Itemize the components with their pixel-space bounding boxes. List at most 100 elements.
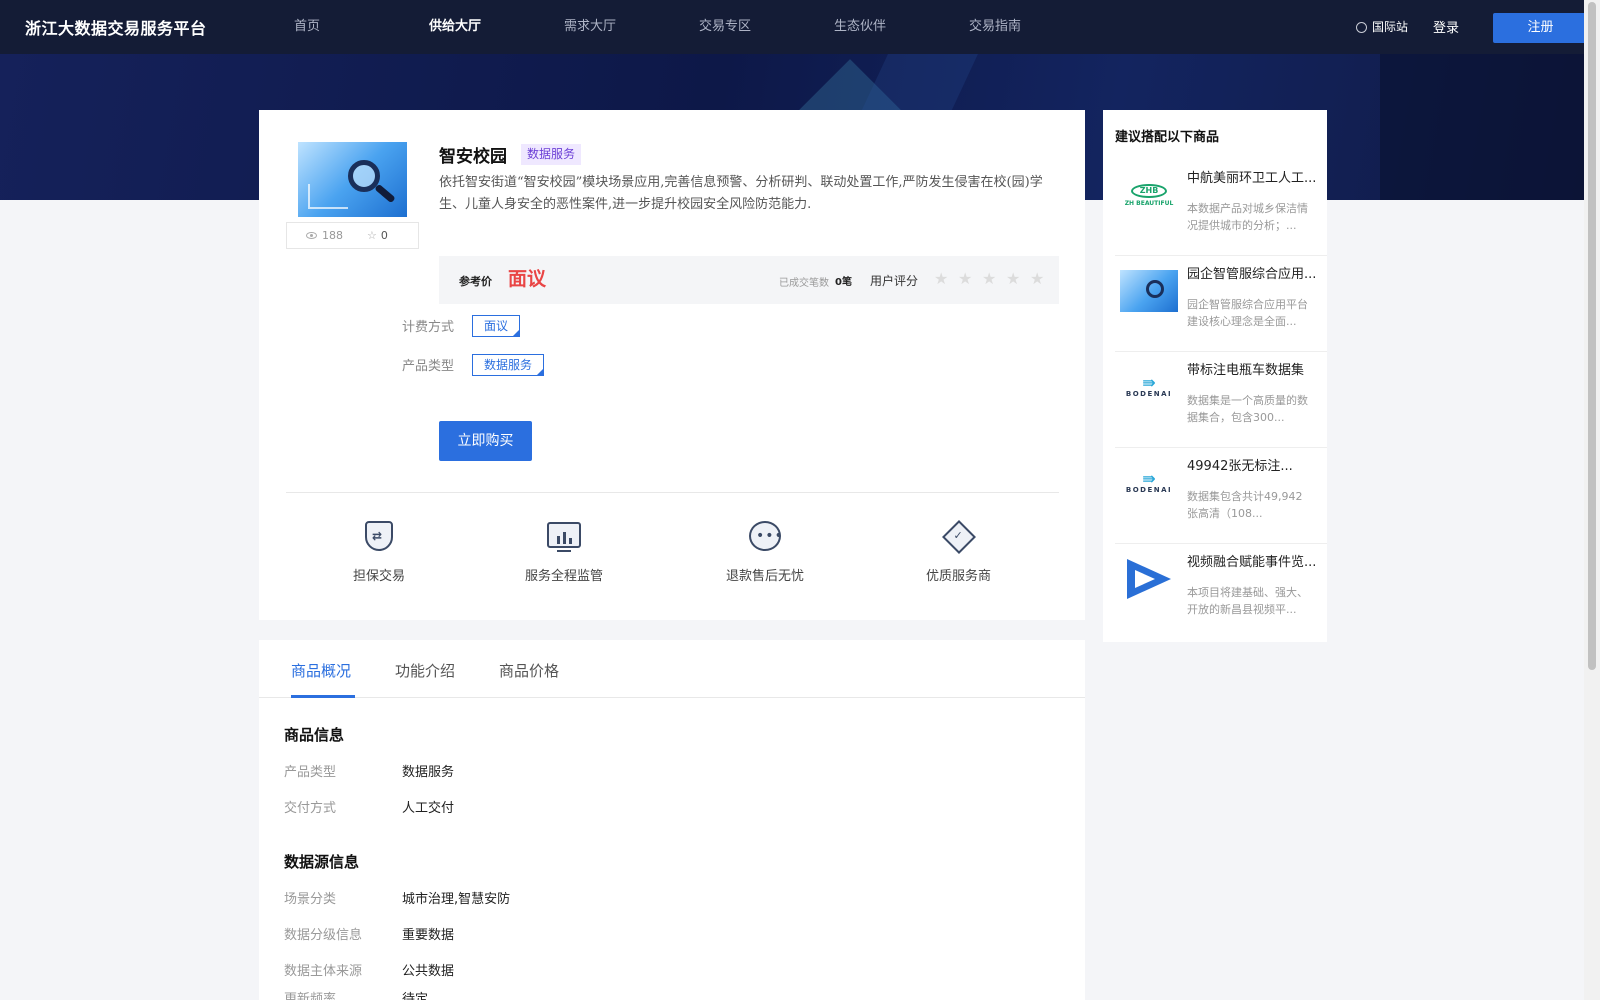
chart-graphic — [308, 184, 348, 209]
rating-stars: ★ ★ ★ ★ ★ — [934, 269, 1054, 288]
product-thumbnail — [1120, 270, 1178, 312]
section-title-data-source: 数据源信息 — [284, 853, 360, 871]
nav-trade-zone[interactable]: 交易专区 — [699, 0, 834, 54]
recommendation-name[interactable]: 中航美丽环卫工人工... — [1187, 170, 1317, 204]
star-icon: ★ — [958, 269, 973, 288]
buy-now-button[interactable]: 立即购买 — [439, 421, 532, 461]
recommendation-desc: 数据集是一个高质量的数据集合，包含300... — [1187, 394, 1308, 424]
feature-refund: ••• 退款售后无忧 — [726, 520, 804, 584]
recommendation-desc: 本项目将建基础、强大、开放的新昌县视频平... — [1187, 586, 1308, 616]
feature-label: 退款售后无忧 — [726, 569, 805, 584]
feature-supervision: 服务全程监管 — [525, 520, 603, 584]
feature-escrow: ⇄ 担保交易 — [353, 520, 405, 584]
bodenai-logo: ⇛ BODENAI — [1125, 469, 1173, 495]
chat-bubble-icon: ••• — [748, 520, 783, 554]
tab-overview[interactable]: 商品概况 — [291, 660, 351, 681]
hero-decoration — [1380, 54, 1584, 200]
star-icon: ★ — [1006, 269, 1021, 288]
product-detail-section: 商品概况 功能介绍 商品价格 商品信息 产品类型 数据服务 交付方式 人工交付 … — [259, 640, 1085, 1000]
product-title: 智安校园 — [439, 147, 507, 167]
recommendation-item[interactable]: 园企智管服综合应用... 园企智管服综合应用平台建设核心理念是全面... — [1115, 256, 1327, 352]
nav-guide[interactable]: 交易指南 — [969, 0, 1104, 54]
play-logo-icon — [1120, 558, 1178, 600]
nav-partners[interactable]: 生态伙伴 — [834, 0, 969, 54]
globe-icon — [1356, 22, 1367, 33]
info-value: 重要数据 — [402, 928, 455, 943]
recommendation-item[interactable]: 视频融合赋能事件览... 本项目将建基础、强大、开放的新昌县视频平... — [1115, 544, 1327, 640]
nav-supply-hall[interactable]: 供给大厅 — [429, 0, 564, 54]
feature-label: 担保交易 — [353, 569, 406, 584]
info-key: 更新频率 — [284, 992, 337, 1000]
info-key: 数据分级信息 — [284, 928, 363, 943]
view-count: 188 — [306, 229, 343, 242]
star-icon: ★ — [934, 269, 949, 288]
product-type-option[interactable]: 数据服务 — [472, 354, 545, 376]
recommendation-desc: 数据集包含共计49,942张高清（108... — [1187, 490, 1303, 520]
info-value: 人工交付 — [402, 801, 455, 816]
product-type-label: 产品类型 — [402, 359, 455, 374]
star-outline-icon: ☆ — [367, 229, 377, 242]
price-label: 参考价 — [459, 275, 492, 288]
international-site-label: 国际站 — [1372, 20, 1409, 34]
magnifier-handle-graphic — [374, 183, 396, 204]
main-nav: 首页 供给大厅 需求大厅 交易专区 生态伙伴 交易指南 — [294, 0, 1104, 54]
tab-pricing[interactable]: 商品价格 — [499, 660, 559, 681]
info-key: 场景分类 — [284, 892, 337, 907]
favorite-count-value: 0 — [380, 229, 388, 242]
favorite-count[interactable]: ☆ 0 — [367, 229, 388, 242]
rating-label: 用户评分 — [870, 274, 919, 288]
recommendation-name[interactable]: 49942张无标注... — [1187, 458, 1317, 492]
nav-home[interactable]: 首页 — [294, 0, 429, 54]
international-site-link[interactable]: 国际站 — [1356, 18, 1408, 35]
register-button[interactable]: 注册 — [1493, 13, 1588, 43]
info-key: 产品类型 — [284, 765, 337, 780]
star-icon: ★ — [1030, 269, 1045, 288]
top-navbar: 浙江大数据交易服务平台 首页 供给大厅 需求大厅 交易专区 生态伙伴 交易指南 … — [0, 0, 1588, 54]
billing-option-negotiable[interactable]: 面议 — [472, 315, 521, 337]
price-panel: 参考价 面议 已成交笔数 0笔 用户评分 ★ ★ ★ ★ ★ — [439, 256, 1059, 304]
page-scrollbar[interactable] — [1584, 0, 1600, 1000]
scrollbar-thumb[interactable] — [1588, 2, 1596, 670]
nav-demand-hall[interactable]: 需求大厅 — [564, 0, 699, 54]
star-icon: ★ — [982, 269, 997, 288]
info-key: 数据主体来源 — [284, 964, 363, 979]
tab-features[interactable]: 功能介绍 — [395, 660, 455, 681]
deals-value: 0笔 — [835, 277, 852, 288]
zhb-logo: ZHB ZH BEAUTIFUL — [1124, 183, 1174, 207]
diamond-icon: ✓ — [941, 520, 976, 554]
recommendation-item[interactable]: ZHB ZH BEAUTIFUL 中航美丽环卫工人工... 本数据产品对城乡保洁… — [1115, 160, 1327, 256]
recommendation-item[interactable]: ⇛ BODENAI 带标注电瓶车数据集 数据集是一个高质量的数据集合，包含300… — [1115, 352, 1327, 448]
price-value: 面议 — [508, 268, 547, 290]
product-type-badge: 数据服务 — [521, 144, 582, 165]
login-link[interactable]: 登录 — [1433, 17, 1459, 36]
recommendation-desc: 园企智管服综合应用平台建设核心理念是全面... — [1187, 298, 1308, 328]
recommendation-desc: 本数据产品对城乡保洁情况提供城市的分析；... — [1187, 202, 1308, 232]
info-value: 待定 — [402, 992, 429, 1000]
deals-label: 已成交笔数 — [779, 278, 829, 289]
recommendation-name[interactable]: 视频融合赋能事件览... — [1187, 554, 1317, 588]
recommendation-name[interactable]: 园企智管服综合应用... — [1187, 266, 1317, 300]
eye-icon — [306, 232, 317, 239]
product-card: 188 ☆ 0 智安校园 数据服务 依托智安街道“智安校园”模块场景应用,完善信… — [259, 110, 1085, 620]
bodenai-logo: ⇛ BODENAI — [1125, 373, 1173, 399]
feature-quality-provider: ✓ 优质服务商 — [926, 520, 991, 584]
recommendation-name[interactable]: 带标注电瓶车数据集 — [1187, 362, 1317, 396]
section-title-product-info: 商品信息 — [284, 726, 345, 744]
view-count-value: 188 — [322, 229, 343, 242]
site-logo[interactable]: 浙江大数据交易服务平台 — [25, 15, 207, 39]
info-key: 交付方式 — [284, 801, 337, 816]
billing-method-label: 计费方式 — [402, 320, 455, 335]
recommendation-item[interactable]: ⇛ BODENAI 49942张无标注... 数据集包含共计49,942张高清（… — [1115, 448, 1327, 544]
feature-label: 优质服务商 — [926, 569, 992, 584]
info-value: 公共数据 — [402, 964, 455, 979]
info-value: 数据服务 — [402, 765, 455, 780]
product-thumbnail — [298, 142, 407, 217]
monitor-chart-icon — [547, 520, 581, 554]
divider — [286, 492, 1059, 493]
detail-tabs: 商品概况 功能介绍 商品价格 — [259, 640, 1085, 698]
recommendations-panel: 建议搭配以下商品 ZHB ZH BEAUTIFUL 中航美丽环卫工人工... 本… — [1103, 110, 1327, 642]
info-value: 城市治理,智慧安防 — [402, 892, 511, 907]
feature-label: 服务全程监管 — [525, 569, 604, 584]
product-stats: 188 ☆ 0 — [286, 222, 419, 249]
active-tab-indicator — [291, 695, 355, 698]
